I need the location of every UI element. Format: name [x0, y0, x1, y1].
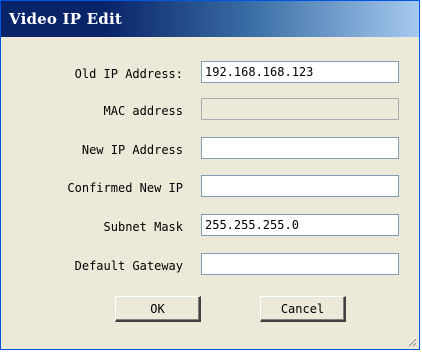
subnet-mask-field[interactable]: 255.255.255.0	[201, 214, 399, 236]
old-ip-label: Old IP Address:	[74, 67, 183, 81]
subnet-mask-label: Subnet Mask	[103, 220, 183, 234]
cancel-button[interactable]: Cancel	[260, 296, 346, 322]
dialog-window: Video IP Edit Old IP Address: 192.168.16…	[0, 0, 420, 350]
dialog-body: Old IP Address: 192.168.168.123 MAC addr…	[1, 37, 419, 349]
new-ip-label: New IP Address	[81, 143, 183, 157]
window-title: Video IP Edit	[9, 10, 122, 28]
confirm-ip-label: Confirmed New IP	[67, 181, 183, 195]
ok-button[interactable]: OK	[115, 296, 201, 322]
confirm-ip-field[interactable]	[201, 175, 399, 197]
mac-address-field	[201, 98, 399, 120]
mac-address-label: MAC address	[103, 104, 183, 118]
old-ip-field[interactable]: 192.168.168.123	[201, 61, 399, 83]
new-ip-field[interactable]	[201, 137, 399, 159]
default-gateway-field[interactable]	[201, 253, 399, 275]
title-bar[interactable]: Video IP Edit	[1, 1, 419, 37]
resize-grip-icon[interactable]	[405, 335, 417, 347]
default-gateway-label: Default Gateway	[74, 259, 183, 273]
